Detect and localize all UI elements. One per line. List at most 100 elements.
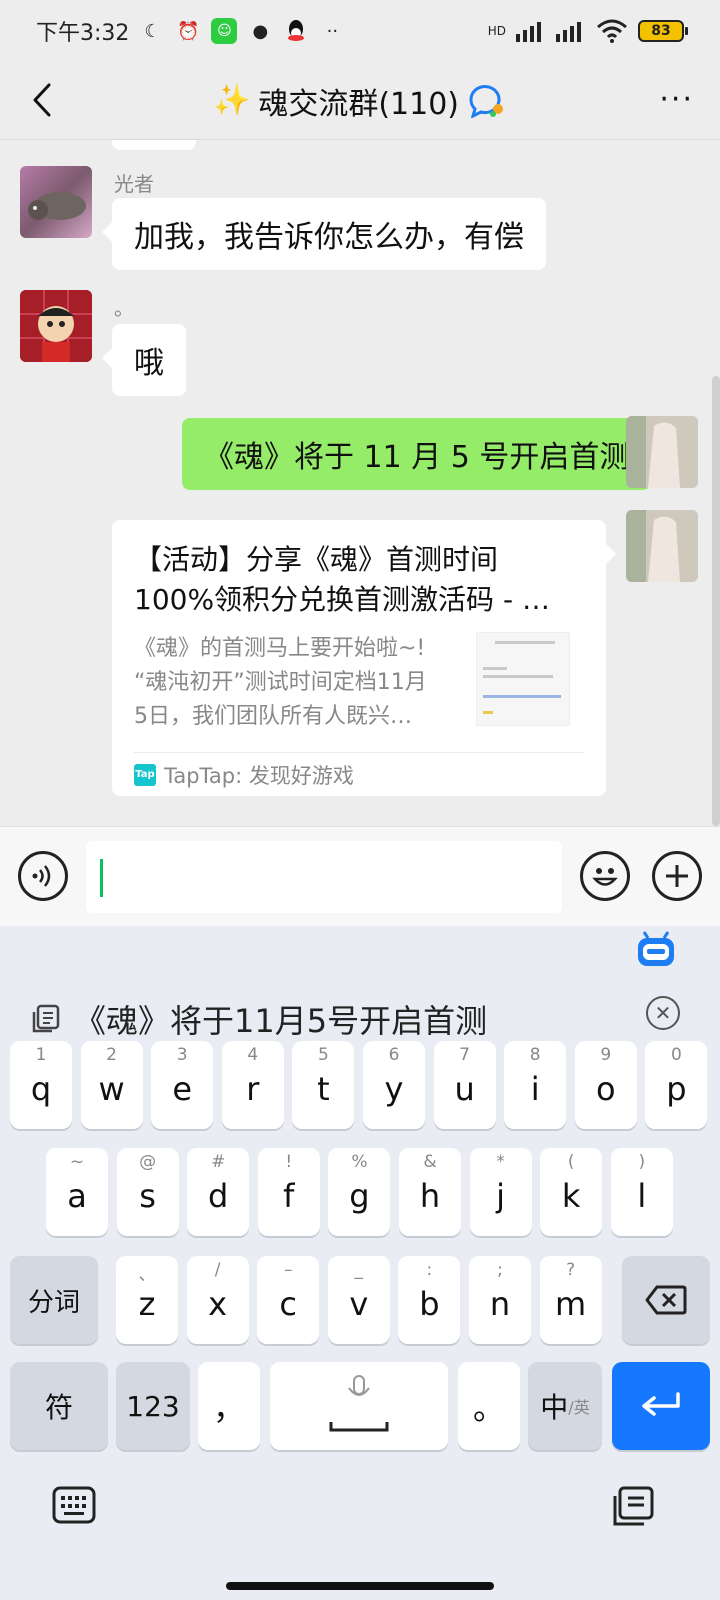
close-clipboard-button[interactable]: ✕: [646, 996, 680, 1030]
status-time: 下午3:32: [36, 21, 130, 46]
clipboard-manager-button[interactable]: [612, 1486, 656, 1526]
numbers-key[interactable]: 123: [116, 1362, 190, 1450]
chat-scrollbar[interactable]: [712, 376, 720, 826]
keyboard-assistant-icon[interactable]: [636, 930, 676, 968]
key-j[interactable]: * j: [469, 1148, 532, 1236]
back-button[interactable]: [22, 80, 62, 120]
key-hint: #: [211, 1152, 226, 1172]
key-f[interactable]: ! f: [257, 1148, 320, 1236]
clipboard-icon: [32, 1004, 60, 1033]
voice-icon: [32, 865, 51, 887]
more-functions-button[interactable]: [652, 851, 702, 901]
link-card[interactable]: 【活动】分享《魂》首测时间 100%领积分兑换首测激活码 - … 《魂》的首测马…: [112, 520, 616, 796]
period-key[interactable]: 。: [458, 1362, 520, 1450]
more-options-button[interactable]: ···: [659, 82, 694, 117]
voice-input-button[interactable]: [18, 851, 68, 901]
key-label: x: [208, 1285, 228, 1323]
key-hint: ~: [69, 1152, 85, 1172]
message-list[interactable]: 光者 加我，我告诉你怎么办，有偿 。 哦 《魂》将于 11 月 5 号开启首测 …: [0, 140, 720, 826]
enter-key[interactable]: [612, 1362, 710, 1450]
message-bubble[interactable]: 哦: [102, 324, 186, 396]
key-h[interactable]: & h: [399, 1148, 461, 1236]
backspace-icon: [645, 1285, 687, 1315]
key-m[interactable]: ? m: [539, 1256, 602, 1344]
key-hint: –: [283, 1260, 293, 1280]
enter-icon: [642, 1392, 680, 1416]
key-q[interactable]: 1q: [10, 1041, 72, 1129]
key-d[interactable]: # d: [187, 1148, 250, 1236]
key-hint: (: [567, 1152, 575, 1172]
wechat-notification-icon: ☺: [211, 18, 238, 44]
key-k[interactable]: (k: [540, 1148, 603, 1236]
key-label: ，: [212, 1389, 245, 1427]
key-p[interactable]: 0p: [645, 1041, 708, 1129]
symbol-key[interactable]: 符: [10, 1362, 108, 1450]
key-a[interactable]: ~ a: [46, 1148, 108, 1236]
key-i[interactable]: 8i: [504, 1041, 567, 1129]
my-avatar[interactable]: [626, 510, 698, 582]
key-label: o: [596, 1070, 616, 1108]
key-l[interactable]: ) l: [610, 1148, 673, 1236]
key-z[interactable]: 、 z: [116, 1256, 178, 1344]
clipboard-text: 《魂》将于11月5号开启首测: [74, 1002, 488, 1040]
key-hint: 0: [670, 1045, 682, 1065]
language-switch-key[interactable]: 中/英: [528, 1362, 602, 1450]
key-o[interactable]: 9o: [574, 1041, 637, 1129]
signal-icon: [516, 22, 541, 42]
comma-key[interactable]: ，: [198, 1362, 260, 1450]
key-hint: ): [638, 1152, 646, 1172]
key-n[interactable]: ; n: [469, 1256, 531, 1344]
key-hint: /: [214, 1260, 221, 1280]
my-avatar[interactable]: [626, 416, 698, 488]
message-input[interactable]: [86, 841, 562, 913]
text-caret: [100, 859, 103, 897]
key-label: 分词: [27, 1287, 80, 1318]
key-u[interactable]: 7u: [433, 1041, 496, 1129]
avatar[interactable]: [20, 290, 92, 362]
key-hint: 7: [459, 1045, 470, 1065]
key-label: n: [489, 1285, 511, 1323]
key-b[interactable]: :b: [398, 1256, 461, 1344]
key-v[interactable]: _ v: [327, 1256, 390, 1344]
key-c[interactable]: – c: [257, 1256, 320, 1344]
key-g[interactable]: % g: [328, 1148, 391, 1236]
avatar[interactable]: [20, 166, 92, 238]
key-y[interactable]: 6y: [363, 1041, 425, 1129]
keyboard-icon: [52, 1486, 96, 1524]
group-name: 魂交流群(110): [258, 86, 460, 122]
link-card-source: Tap TapTap: 发现好游戏: [134, 752, 584, 796]
key-r[interactable]: 4r: [221, 1041, 284, 1129]
key-s[interactable]: @ s: [116, 1148, 179, 1236]
key-label: e: [172, 1070, 193, 1108]
hide-keyboard-button[interactable]: [52, 1486, 96, 1524]
clipboard-suggestion[interactable]: 《魂》将于11月5号开启首测: [30, 996, 487, 1042]
home-indicator[interactable]: [226, 1582, 494, 1590]
key-label: y: [384, 1070, 404, 1108]
message-input-bar: [0, 826, 720, 926]
key-label: f: [283, 1177, 295, 1215]
emoji-button[interactable]: [580, 851, 630, 901]
key-label: h: [419, 1177, 441, 1215]
key-label: t: [317, 1070, 330, 1108]
key-t[interactable]: 5t: [292, 1041, 355, 1129]
key-label: i: [530, 1070, 540, 1108]
key-label: c: [279, 1285, 297, 1323]
backspace-key[interactable]: [622, 1256, 710, 1344]
signal-icon-2: [556, 22, 581, 42]
link-card-source-name: TapTap: 发现好游戏: [164, 763, 354, 788]
chat-title: ✨ 魂交流群(110): [213, 79, 507, 123]
key-hint: _: [354, 1260, 364, 1280]
key-e[interactable]: 3e: [151, 1041, 214, 1129]
message-bubble[interactable]: 加我，我告诉你怎么办，有偿: [102, 198, 546, 270]
key-label: 中: [540, 1391, 569, 1424]
key-w[interactable]: 2w: [80, 1041, 143, 1129]
split-words-key[interactable]: 分词: [10, 1256, 98, 1344]
my-message-bubble[interactable]: 《魂》将于 11 月 5 号开启首测: [182, 418, 662, 490]
key-hint: &: [423, 1152, 437, 1172]
link-card-thumbnail: [476, 632, 570, 726]
wifi-icon: [597, 19, 627, 43]
space-key[interactable]: [270, 1362, 448, 1450]
emoji-icon: [592, 868, 618, 886]
key-x[interactable]: / x: [186, 1256, 249, 1344]
chevron-left-icon: [33, 83, 51, 117]
